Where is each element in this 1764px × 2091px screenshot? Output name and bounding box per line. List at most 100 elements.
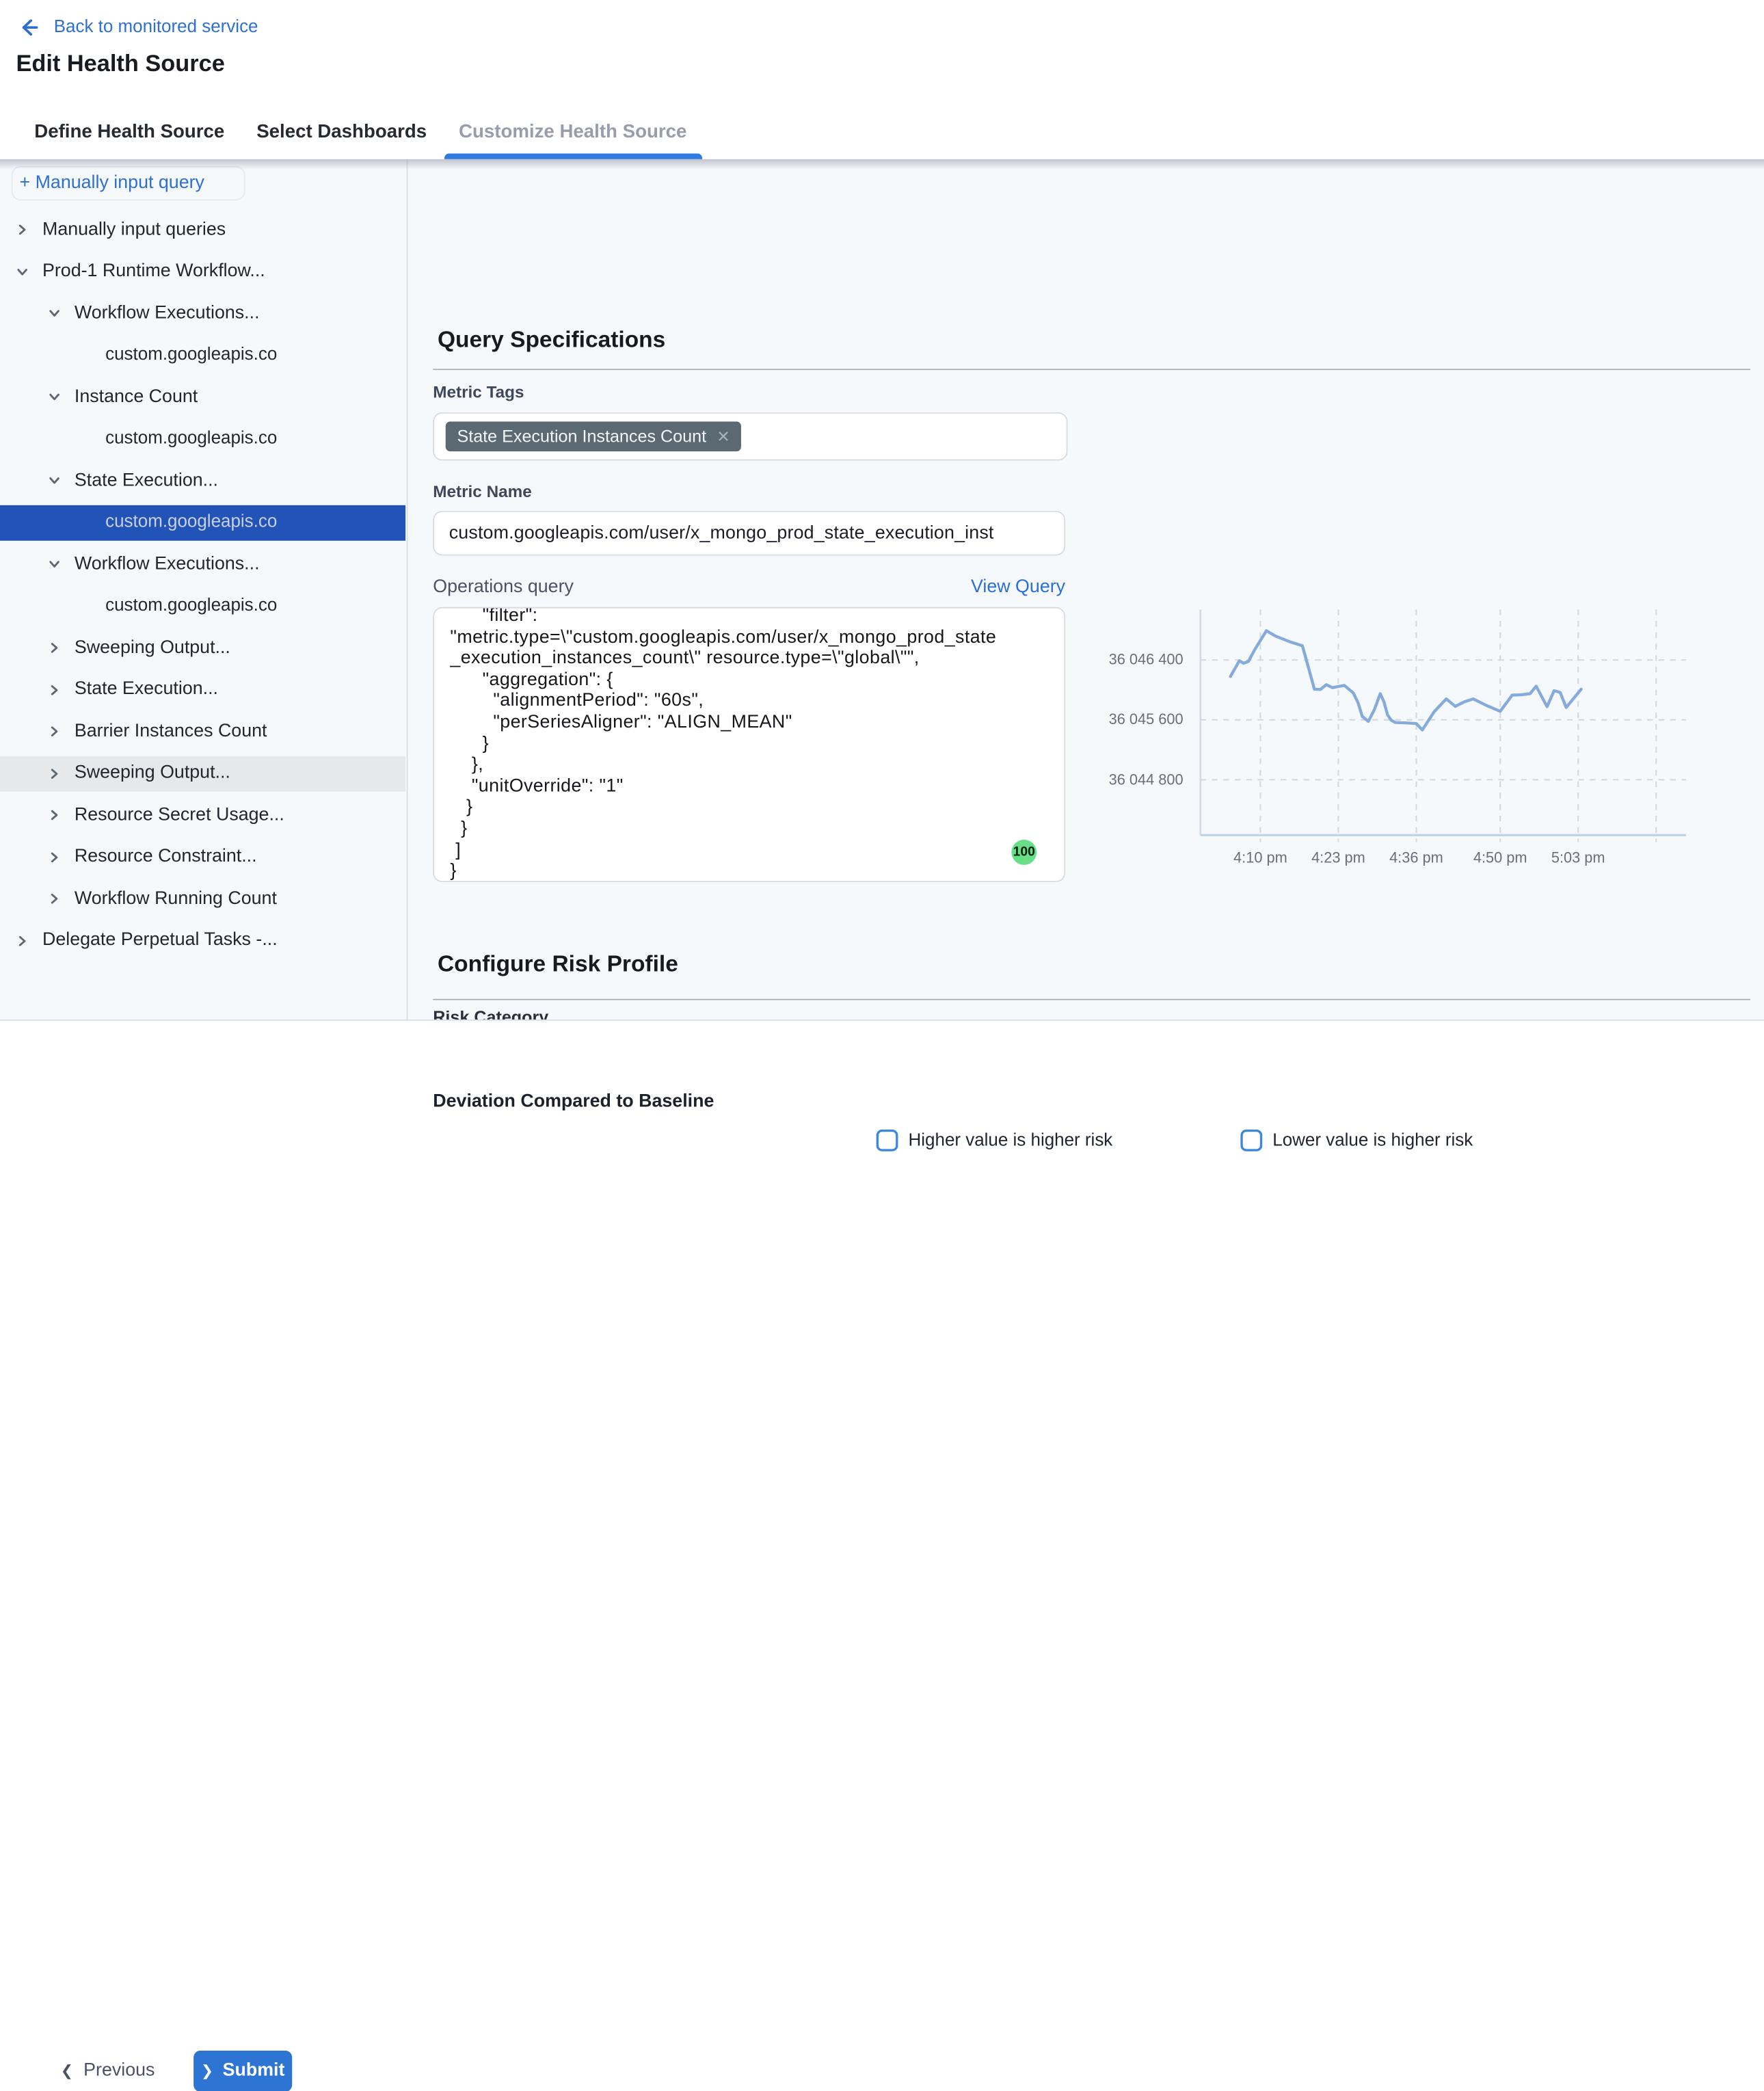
tree-branch-row[interactable]: Manually input queries (0, 212, 405, 248)
metric-tag-chip[interactable]: State Execution Instances Count ✕ (446, 422, 742, 452)
chevron-left-icon: ❮ (61, 2062, 73, 2080)
chevron-right-icon[interactable] (48, 767, 60, 780)
wizard-tabs: Define Health Source Select Dashboards Cus… (0, 105, 1764, 159)
tree-leaf-row[interactable]: custom.googleapis.co (0, 421, 405, 457)
metric-tags-input[interactable]: State Execution Instances Count ✕ (433, 412, 1067, 460)
chevron-right-icon[interactable] (48, 683, 60, 695)
y-axis-tick-label: 36 045 600 (1077, 710, 1184, 728)
tree-item-label: Workflow Executions... (75, 303, 260, 323)
tree-item-label: Workflow Executions... (75, 554, 260, 574)
x-axis-tick-label: 4:50 pm (1457, 849, 1544, 866)
tree-branch-row[interactable]: Delegate Perpetual Tasks -... (0, 922, 405, 958)
previous-button-label: Previous (83, 2060, 155, 2081)
section-divider (433, 369, 1750, 370)
tree-item-label: Sweeping Output... (75, 763, 230, 784)
tree-branch-row[interactable]: Sweeping Output... (0, 756, 405, 791)
tree-item-label: Barrier Instances Count (75, 721, 267, 742)
tab-label: Define Health Source (34, 122, 224, 144)
tree-item-label: Prod-1 Runtime Workflow... (42, 261, 265, 282)
tree-item-label: custom.googleapis.co (105, 345, 304, 365)
tree-branch-row[interactable]: Workflow Running Count (0, 881, 405, 916)
y-axis-tick-label: 36 044 800 (1077, 771, 1184, 788)
x-axis-tick-label: 4:23 pm (1295, 849, 1382, 866)
tree-branch-row[interactable]: Barrier Instances Count (0, 714, 405, 749)
tree-item-label: Manually input queries (42, 219, 226, 240)
metric-name-input[interactable] (433, 511, 1065, 555)
submit-button-label: Submit (223, 2060, 285, 2081)
chevron-right-icon: ❯ (201, 2062, 213, 2080)
tab-customize-health-source[interactable]: Customize Health Source (459, 105, 686, 159)
tree-branch-row[interactable]: State Execution... (0, 463, 405, 498)
tree-item-label: Instance Count (75, 386, 198, 407)
tab-label: Customize Health Source (459, 122, 686, 144)
view-query-link[interactable]: View Query (931, 577, 1065, 598)
x-axis-tick-label: 4:36 pm (1373, 849, 1460, 866)
tree-branch-row[interactable]: Workflow Executions... (0, 546, 405, 582)
operations-query-text: "filter": "metric.type=\"custom.googleap… (450, 607, 1048, 882)
chevron-right-icon[interactable] (48, 641, 60, 654)
tab-define-health-source[interactable]: Define Health Source (34, 105, 224, 159)
tree-leaf-row[interactable]: custom.googleapis.co (0, 505, 405, 540)
checkbox-unchecked-icon[interactable] (1240, 1130, 1262, 1151)
tree-branch-row[interactable]: Resource Constraint... (0, 839, 405, 875)
tree-item-label: State Execution... (75, 470, 218, 491)
chevron-right-icon[interactable] (48, 725, 60, 737)
chevron-down-icon[interactable] (48, 475, 60, 487)
tree-item-label: custom.googleapis.co (105, 596, 304, 616)
chevron-down-icon[interactable] (48, 390, 60, 403)
line-chart-svg (1077, 609, 1698, 858)
metric-preview-chart: 36 046 40036 045 60036 044 8004:10 pm4:2… (1077, 600, 1764, 887)
checkbox-label: Higher value is higher risk (909, 1130, 1113, 1151)
metric-tree-sidebar: + Manually input query Manually input qu… (0, 159, 407, 1019)
metric-name-label: Metric Name (433, 483, 531, 502)
configure-risk-profile-title: Configure Risk Profile (438, 952, 678, 978)
chevron-down-icon[interactable] (48, 558, 60, 570)
tree-leaf-row[interactable]: custom.googleapis.co (0, 337, 405, 373)
tree-leaf-row[interactable]: custom.googleapis.co (0, 588, 405, 624)
operations-query-textarea[interactable]: "filter": "metric.type=\"custom.googleap… (433, 607, 1065, 882)
tree-branch-row[interactable]: Resource Secret Usage... (0, 797, 405, 833)
chevron-right-icon[interactable] (16, 224, 28, 236)
tree-branch-row[interactable]: State Execution... (0, 672, 405, 708)
main-panel: Query Specifications Metric Tags State E… (407, 159, 1764, 1019)
chip-close-icon[interactable]: ✕ (717, 429, 730, 444)
submit-button[interactable]: ❯ Submit (193, 2050, 292, 2091)
back-to-monitored-service-link[interactable]: Back to monitored service (17, 16, 258, 39)
tree-item-label: Workflow Running Count (75, 888, 277, 909)
x-axis-tick-label: 5:03 pm (1535, 849, 1622, 866)
tree-branch-row[interactable]: Instance Count (0, 379, 405, 415)
deviation-checkbox-item[interactable]: Lower value is higher risk (1240, 1130, 1473, 1151)
chevron-right-icon[interactable] (48, 892, 60, 905)
tree-branch-row[interactable]: Workflow Executions... (0, 295, 405, 331)
x-axis-tick-label: 4:10 pm (1217, 849, 1304, 866)
metric-tags-label: Metric Tags (433, 384, 524, 402)
checkbox-unchecked-icon[interactable] (877, 1130, 898, 1151)
chevron-down-icon[interactable] (48, 307, 60, 319)
back-link-label: Back to monitored service (54, 17, 258, 38)
chevron-down-icon[interactable] (16, 265, 28, 278)
section-divider (433, 999, 1750, 1000)
tab-select-dashboards[interactable]: Select Dashboards (256, 105, 427, 159)
page-footer: ❮ Previous ❯ Submit (0, 1019, 1764, 1083)
tree-item-label: custom.googleapis.co (105, 512, 304, 533)
tree-branch-row[interactable]: Prod-1 Runtime Workflow... (0, 254, 405, 289)
metric-tree: Manually input queries Prod-1 Runtime Wor… (0, 212, 405, 965)
query-specifications-title: Query Specifications (438, 328, 665, 354)
manually-input-query-button[interactable]: + Manually input query (12, 166, 245, 200)
checkbox-label: Lower value is higher risk (1272, 1130, 1473, 1151)
deviation-label: Deviation Compared to Baseline (433, 1092, 714, 1113)
chevron-right-icon[interactable] (48, 809, 60, 821)
edit-health-source-page: Back to monitored service Edit Health So… (0, 0, 1764, 1083)
chevron-right-icon[interactable] (48, 851, 60, 863)
tree-branch-row[interactable]: Sweeping Output... (0, 630, 405, 665)
deviation-checkbox-item[interactable]: Higher value is higher risk (877, 1130, 1113, 1151)
tree-item-label: Sweeping Output... (75, 637, 230, 658)
operations-query-label: Operations query (433, 577, 574, 598)
tree-item-label: custom.googleapis.co (105, 429, 304, 449)
chevron-right-icon[interactable] (16, 934, 28, 946)
tab-label: Select Dashboards (256, 122, 427, 144)
page-header: Back to monitored service Edit Health So… (0, 0, 1764, 105)
previous-button[interactable]: ❮ Previous (61, 2050, 155, 2091)
metric-line-series (1231, 630, 1581, 730)
page-title: Edit Health Source (16, 51, 224, 78)
